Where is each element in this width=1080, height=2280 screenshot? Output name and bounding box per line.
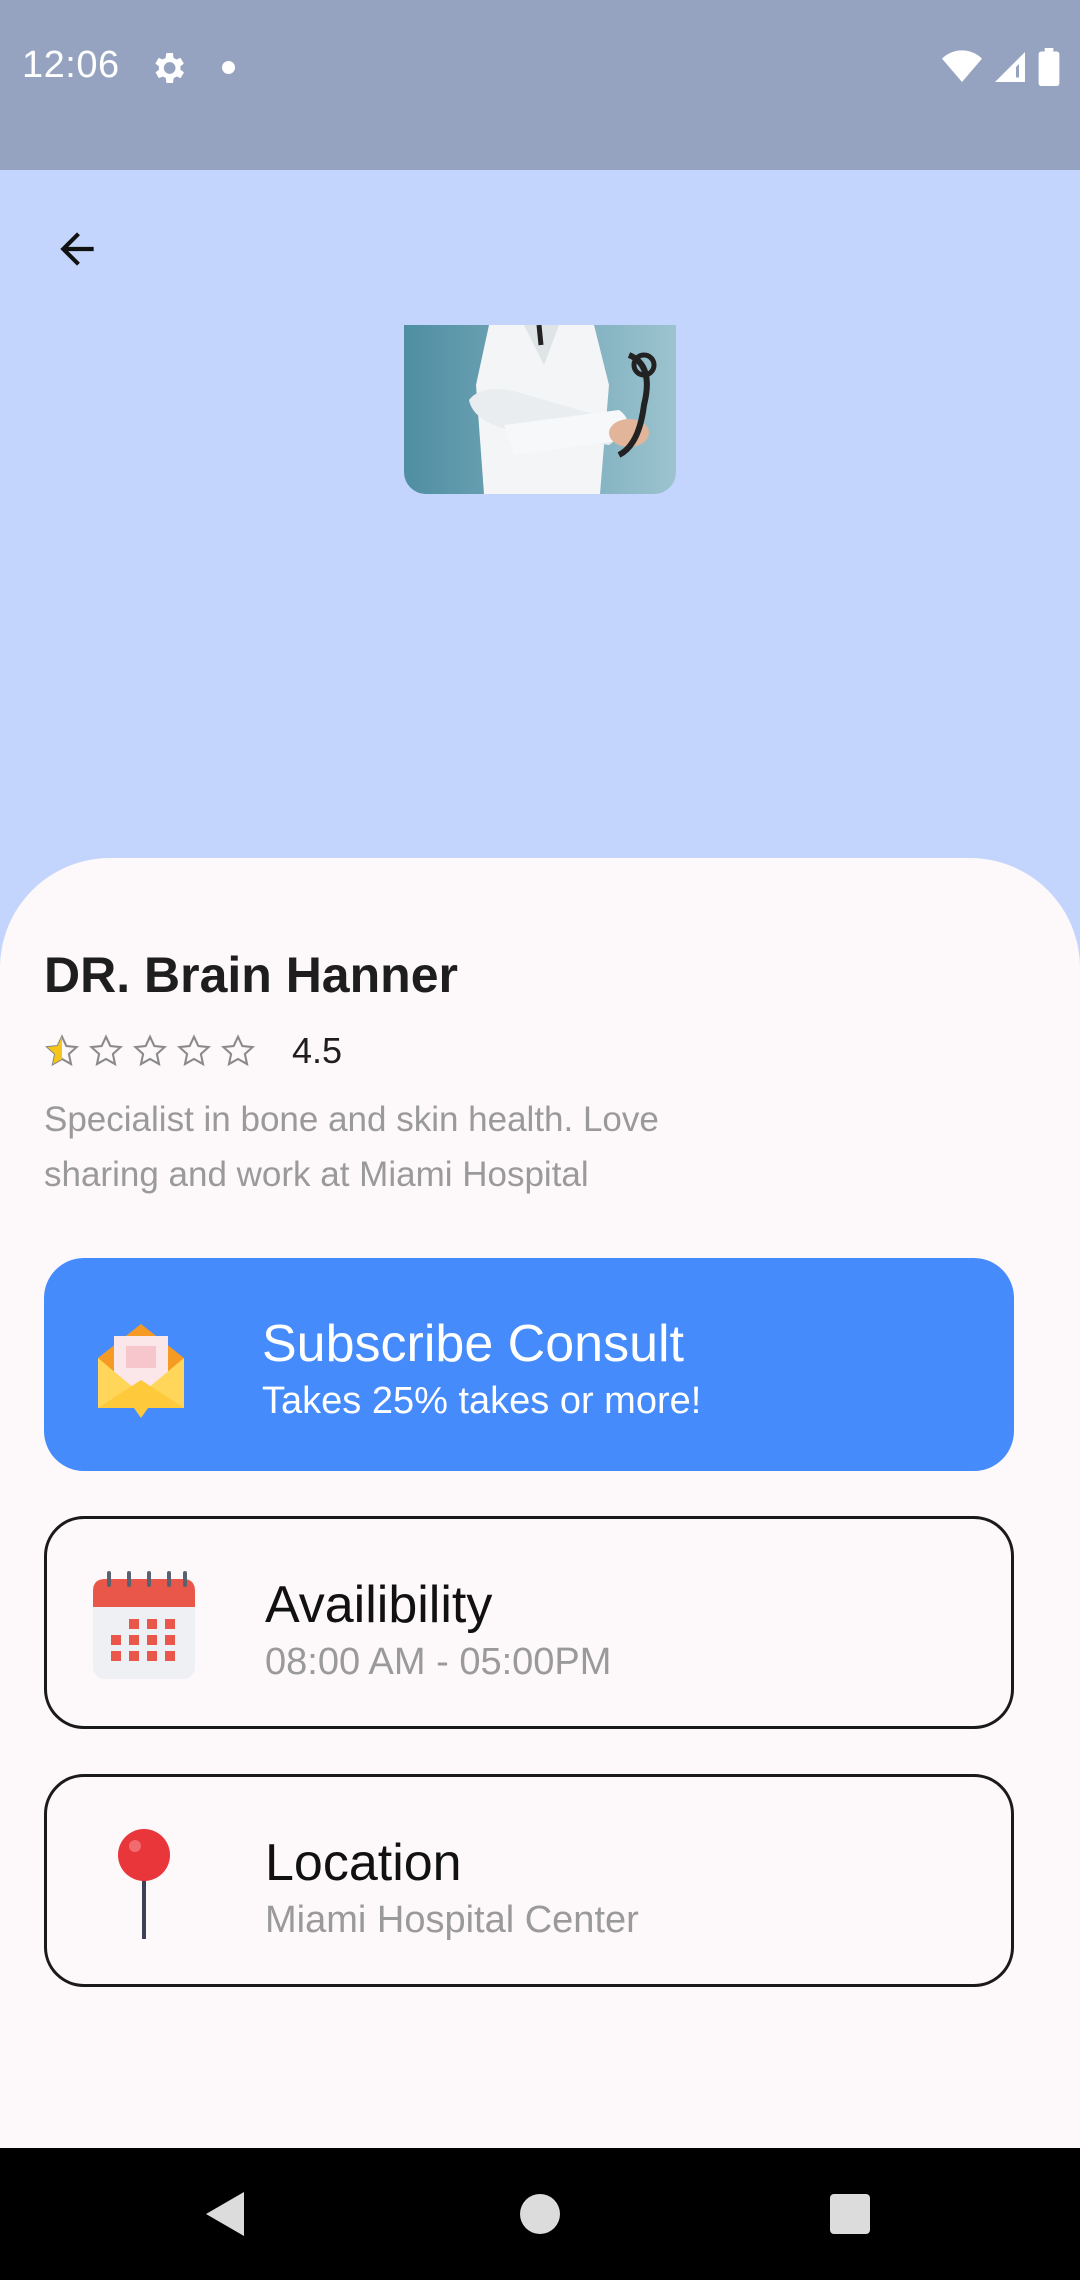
status-time: 12:06 (22, 44, 120, 86)
doctor-name: DR. Brain Hanner (44, 947, 458, 1003)
rating-value: 4.5 (292, 1030, 343, 1071)
system-nav-bar (0, 2148, 1080, 2280)
battery-icon (1038, 48, 1060, 86)
calendar-icon (93, 1571, 195, 1679)
wifi-icon (942, 50, 982, 82)
nav-back-button[interactable] (196, 2184, 256, 2244)
doctor-photo (404, 325, 676, 494)
location-name: Miami Hospital Center (265, 1899, 639, 1941)
back-button[interactable] (44, 216, 110, 282)
doctor-bio: Specialist in bone and skin health. Love… (44, 1100, 659, 1194)
star-empty-icon (88, 1034, 124, 1067)
subscribe-subtitle: Takes 25% takes or more! (262, 1380, 702, 1422)
location-title: Location (265, 1834, 462, 1892)
nav-recents-button[interactable] (820, 2184, 880, 2244)
availability-hours: 08:00 AM - 05:00PM (265, 1641, 612, 1683)
nav-home-circle-icon (520, 2194, 560, 2234)
notification-dot-icon (222, 61, 235, 74)
star-empty-icon (132, 1034, 168, 1067)
star-half-icon (44, 1034, 80, 1067)
rating-row: 4.5 (44, 1030, 342, 1072)
subscribe-consult-button[interactable]: Subscribe Consult Takes 25% takes or mor… (44, 1258, 1014, 1471)
settings-gear-icon (155, 53, 184, 83)
availability-card[interactable]: Availibility 08:00 AM - 05:00PM (44, 1516, 1014, 1729)
cell-signal-icon (995, 52, 1025, 82)
star-empty-icon (220, 1034, 256, 1067)
status-icons (942, 48, 1060, 86)
nav-back-triangle-icon (206, 2192, 244, 2236)
star-empty-icon (176, 1034, 212, 1067)
availability-title: Availibility (265, 1576, 493, 1634)
envelope-icon (98, 1324, 184, 1418)
rating-stars (44, 1033, 256, 1069)
nav-home-button[interactable] (510, 2184, 570, 2244)
nav-recents-square-icon (830, 2194, 870, 2234)
status-bar: 12:06 (0, 0, 1080, 170)
map-pin-icon (118, 1829, 170, 1939)
arrow-back-icon (60, 232, 94, 266)
location-card[interactable]: Location Miami Hospital Center (44, 1774, 1014, 1987)
subscribe-title: Subscribe Consult (262, 1315, 684, 1373)
